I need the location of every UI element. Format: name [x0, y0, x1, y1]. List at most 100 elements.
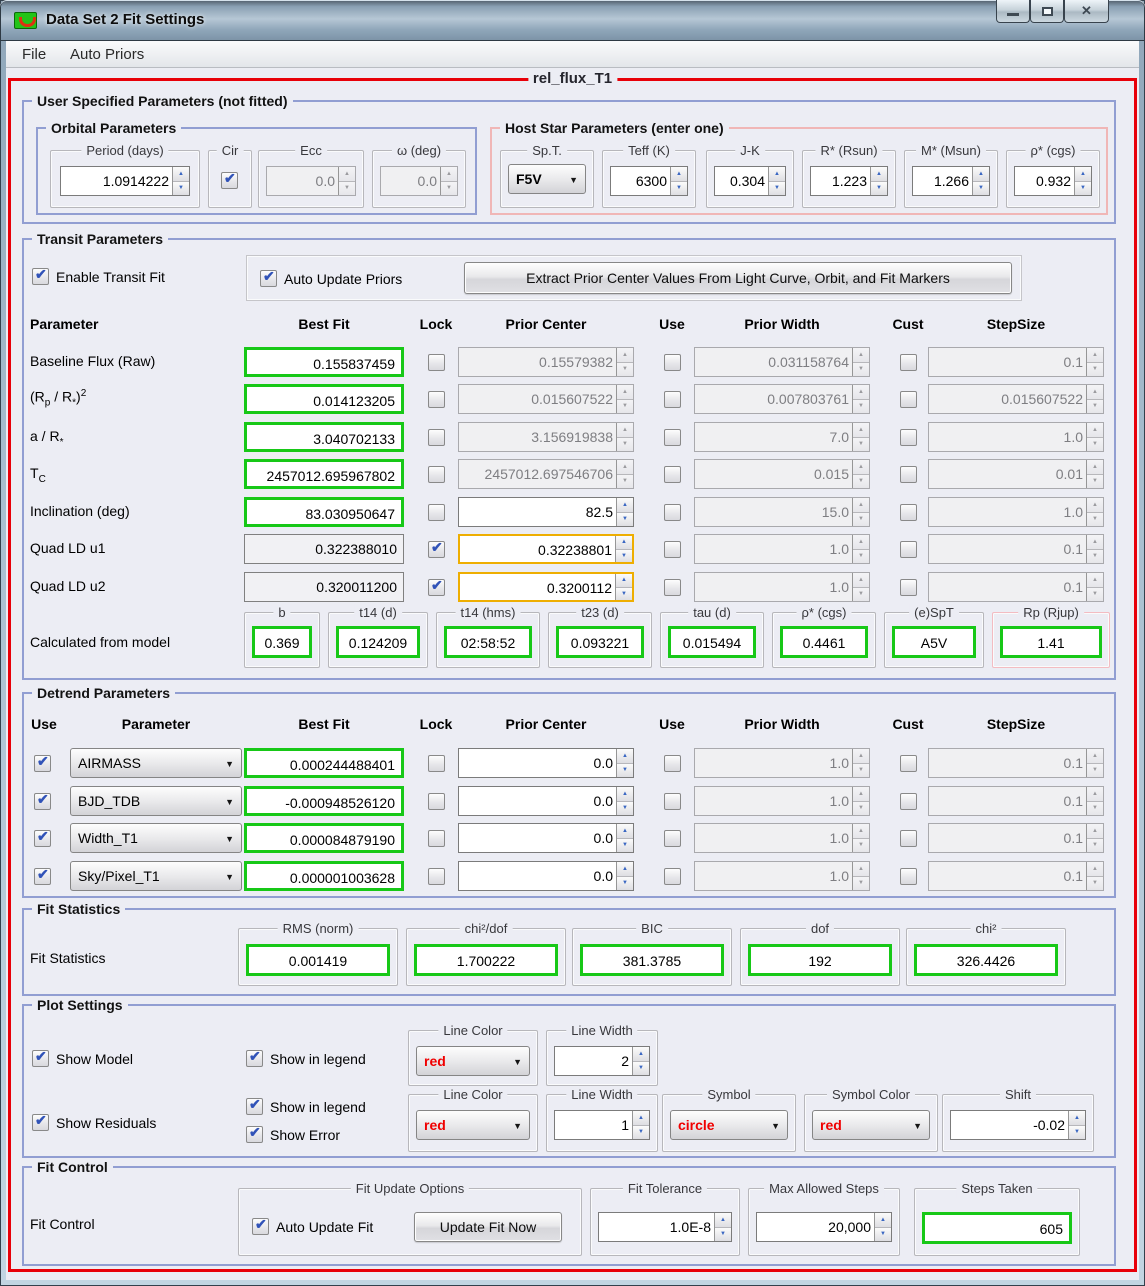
show-residuals-checkbox[interactable]	[32, 1114, 49, 1131]
cust-checkbox[interactable]	[900, 755, 917, 772]
prior-center-input[interactable]: 0.0	[459, 787, 616, 815]
maximize-button[interactable]	[1030, 0, 1064, 23]
spin-down-icon[interactable]	[616, 550, 632, 563]
spin-up-icon[interactable]	[769, 167, 785, 182]
rho-input[interactable]: 0.932	[1015, 167, 1074, 195]
detrend-use-checkbox[interactable]	[34, 755, 51, 772]
use-checkbox[interactable]	[664, 429, 681, 446]
cir-checkbox[interactable]	[221, 172, 238, 189]
spin-up-icon[interactable]	[617, 749, 633, 764]
prior-center-input[interactable]: 0.0	[459, 824, 616, 852]
lock-checkbox[interactable]	[428, 391, 445, 408]
spin-down-icon[interactable]	[671, 182, 687, 196]
spin-up-icon[interactable]	[633, 1047, 649, 1062]
prior-center-input[interactable]: 0.0	[459, 862, 616, 890]
spin-down-icon[interactable]	[871, 182, 887, 196]
spin-down-icon[interactable]	[633, 1062, 649, 1076]
lock-checkbox[interactable]	[428, 755, 445, 772]
spin-up-icon[interactable]	[617, 862, 633, 877]
teff-input[interactable]: 6300	[611, 167, 670, 195]
spin-down-icon[interactable]	[875, 1228, 891, 1242]
lock-checkbox[interactable]	[428, 466, 445, 483]
symbol-color-dropdown[interactable]: red	[812, 1110, 930, 1140]
prior-center-input[interactable]: 0.32238801	[460, 536, 615, 562]
lock-checkbox[interactable]	[428, 579, 445, 596]
spin-down-icon[interactable]	[1069, 1126, 1085, 1140]
shift-input[interactable]: -0.02	[951, 1111, 1068, 1139]
lock-checkbox[interactable]	[428, 429, 445, 446]
cust-checkbox[interactable]	[900, 579, 917, 596]
rstar-input[interactable]: 1.223	[811, 167, 870, 195]
lock-checkbox[interactable]	[428, 354, 445, 371]
menu-auto-priors[interactable]: Auto Priors	[70, 46, 144, 63]
spin-down-icon[interactable]	[173, 182, 189, 196]
cust-checkbox[interactable]	[900, 830, 917, 847]
detrend-param-dropdown[interactable]: BJD_TDB	[70, 786, 242, 816]
use-checkbox[interactable]	[664, 504, 681, 521]
use-checkbox[interactable]	[664, 868, 681, 885]
prior-center-input[interactable]: 0.3200112	[460, 574, 615, 600]
detrend-use-checkbox[interactable]	[34, 868, 51, 885]
use-checkbox[interactable]	[664, 391, 681, 408]
residuals-legend-checkbox[interactable]	[246, 1098, 263, 1115]
spin-up-icon[interactable]	[617, 498, 633, 513]
cust-checkbox[interactable]	[900, 466, 917, 483]
spin-down-icon[interactable]	[715, 1228, 731, 1242]
cust-checkbox[interactable]	[900, 541, 917, 558]
cust-checkbox[interactable]	[900, 793, 917, 810]
cust-checkbox[interactable]	[900, 391, 917, 408]
lock-checkbox[interactable]	[428, 504, 445, 521]
cust-checkbox[interactable]	[900, 429, 917, 446]
spin-down-icon[interactable]	[769, 182, 785, 196]
spin-down-icon[interactable]	[617, 877, 633, 891]
spin-up-icon[interactable]	[173, 167, 189, 182]
auto-update-fit-checkbox[interactable]	[252, 1218, 269, 1235]
show-model-checkbox[interactable]	[32, 1050, 49, 1067]
jk-input[interactable]: 0.304	[715, 167, 768, 195]
menu-file[interactable]: File	[22, 46, 46, 63]
lock-checkbox[interactable]	[428, 830, 445, 847]
spin-up-icon[interactable]	[617, 824, 633, 839]
period-input[interactable]: 1.0914222	[61, 167, 172, 195]
model-legend-checkbox[interactable]	[246, 1050, 263, 1067]
detrend-param-dropdown[interactable]: Sky/Pixel_T1	[70, 861, 242, 891]
auto-update-priors-checkbox[interactable]	[260, 270, 277, 287]
spin-down-icon[interactable]	[617, 764, 633, 778]
residuals-line-color-dropdown[interactable]: red	[416, 1110, 530, 1140]
close-button[interactable]	[1064, 0, 1109, 23]
detrend-param-dropdown[interactable]: Width_T1	[70, 823, 242, 853]
spin-up-icon[interactable]	[617, 787, 633, 802]
residuals-line-width-input[interactable]: 1	[555, 1111, 632, 1139]
model-line-width-input[interactable]: 2	[555, 1047, 632, 1075]
max-steps-input[interactable]: 20,000	[757, 1213, 874, 1241]
spin-up-icon[interactable]	[616, 574, 632, 588]
detrend-use-checkbox[interactable]	[34, 830, 51, 847]
title-bar[interactable]: Data Set 2 Fit Settings	[0, 0, 1145, 41]
spin-up-icon[interactable]	[1069, 1111, 1085, 1126]
spin-down-icon[interactable]	[617, 839, 633, 853]
use-checkbox[interactable]	[664, 466, 681, 483]
spin-up-icon[interactable]	[875, 1213, 891, 1228]
detrend-use-checkbox[interactable]	[34, 793, 51, 810]
lock-checkbox[interactable]	[428, 541, 445, 558]
cust-checkbox[interactable]	[900, 354, 917, 371]
spin-down-icon[interactable]	[617, 513, 633, 527]
minimize-button[interactable]	[996, 0, 1030, 23]
use-checkbox[interactable]	[664, 793, 681, 810]
spin-down-icon[interactable]	[973, 182, 989, 196]
spin-up-icon[interactable]	[973, 167, 989, 182]
use-checkbox[interactable]	[664, 755, 681, 772]
spin-down-icon[interactable]	[616, 588, 632, 601]
use-checkbox[interactable]	[664, 541, 681, 558]
enable-transit-fit-checkbox[interactable]	[32, 268, 49, 285]
use-checkbox[interactable]	[664, 830, 681, 847]
prior-center-input[interactable]: 0.0	[459, 749, 616, 777]
detrend-param-dropdown[interactable]: AIRMASS	[70, 748, 242, 778]
spin-up-icon[interactable]	[871, 167, 887, 182]
lock-checkbox[interactable]	[428, 868, 445, 885]
spin-down-icon[interactable]	[617, 802, 633, 816]
spin-up-icon[interactable]	[1075, 167, 1091, 182]
spin-up-icon[interactable]	[633, 1111, 649, 1126]
mstar-input[interactable]: 1.266	[913, 167, 972, 195]
spin-up-icon[interactable]	[671, 167, 687, 182]
